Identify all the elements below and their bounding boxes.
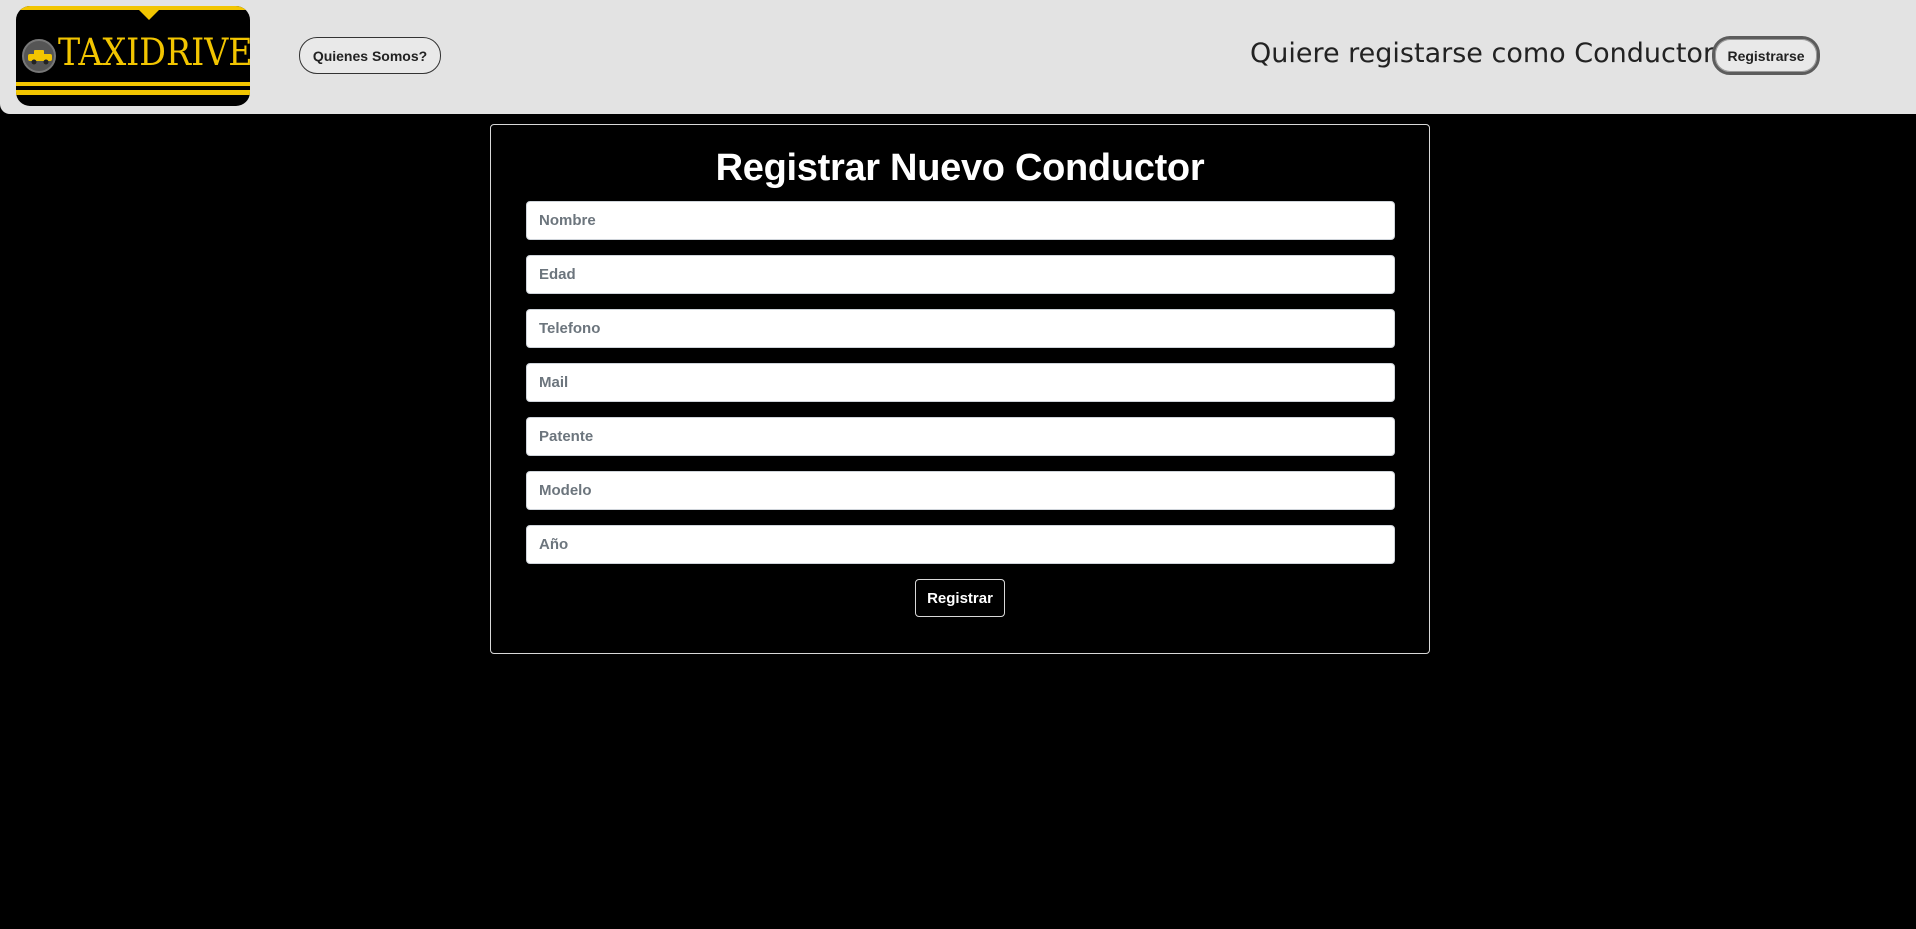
year-input[interactable]: [526, 525, 1395, 564]
email-input[interactable]: [526, 363, 1395, 402]
about-us-button[interactable]: Quienes Somos?: [299, 37, 441, 74]
model-input[interactable]: [526, 471, 1395, 510]
logo-brand-text: TAXIDRIVE: [58, 31, 250, 74]
phone-input[interactable]: [526, 309, 1395, 348]
navbar: TAXIDRIVE Quienes Somos? Quiere registar…: [0, 0, 1916, 114]
logo-notch: [138, 9, 160, 20]
taxi-icon: [22, 39, 56, 73]
plate-input[interactable]: [526, 417, 1395, 456]
logo-top-stripe: [16, 6, 250, 10]
form-title: Registrar Nuevo Conductor: [715, 147, 1205, 189]
register-driver-button[interactable]: Registrarse: [1712, 36, 1820, 75]
name-input[interactable]: [526, 201, 1395, 240]
driver-registration-form: Registrar Nuevo Conductor Registrar: [490, 124, 1430, 654]
submit-button[interactable]: Registrar: [915, 579, 1005, 617]
taxidrive-logo[interactable]: TAXIDRIVE: [16, 6, 250, 106]
logo-stripe: [16, 82, 250, 86]
driver-signup-prompt: Quiere registarse como Conductor?: [1250, 38, 1729, 69]
age-input[interactable]: [526, 255, 1395, 294]
logo-stripe: [16, 90, 250, 95]
